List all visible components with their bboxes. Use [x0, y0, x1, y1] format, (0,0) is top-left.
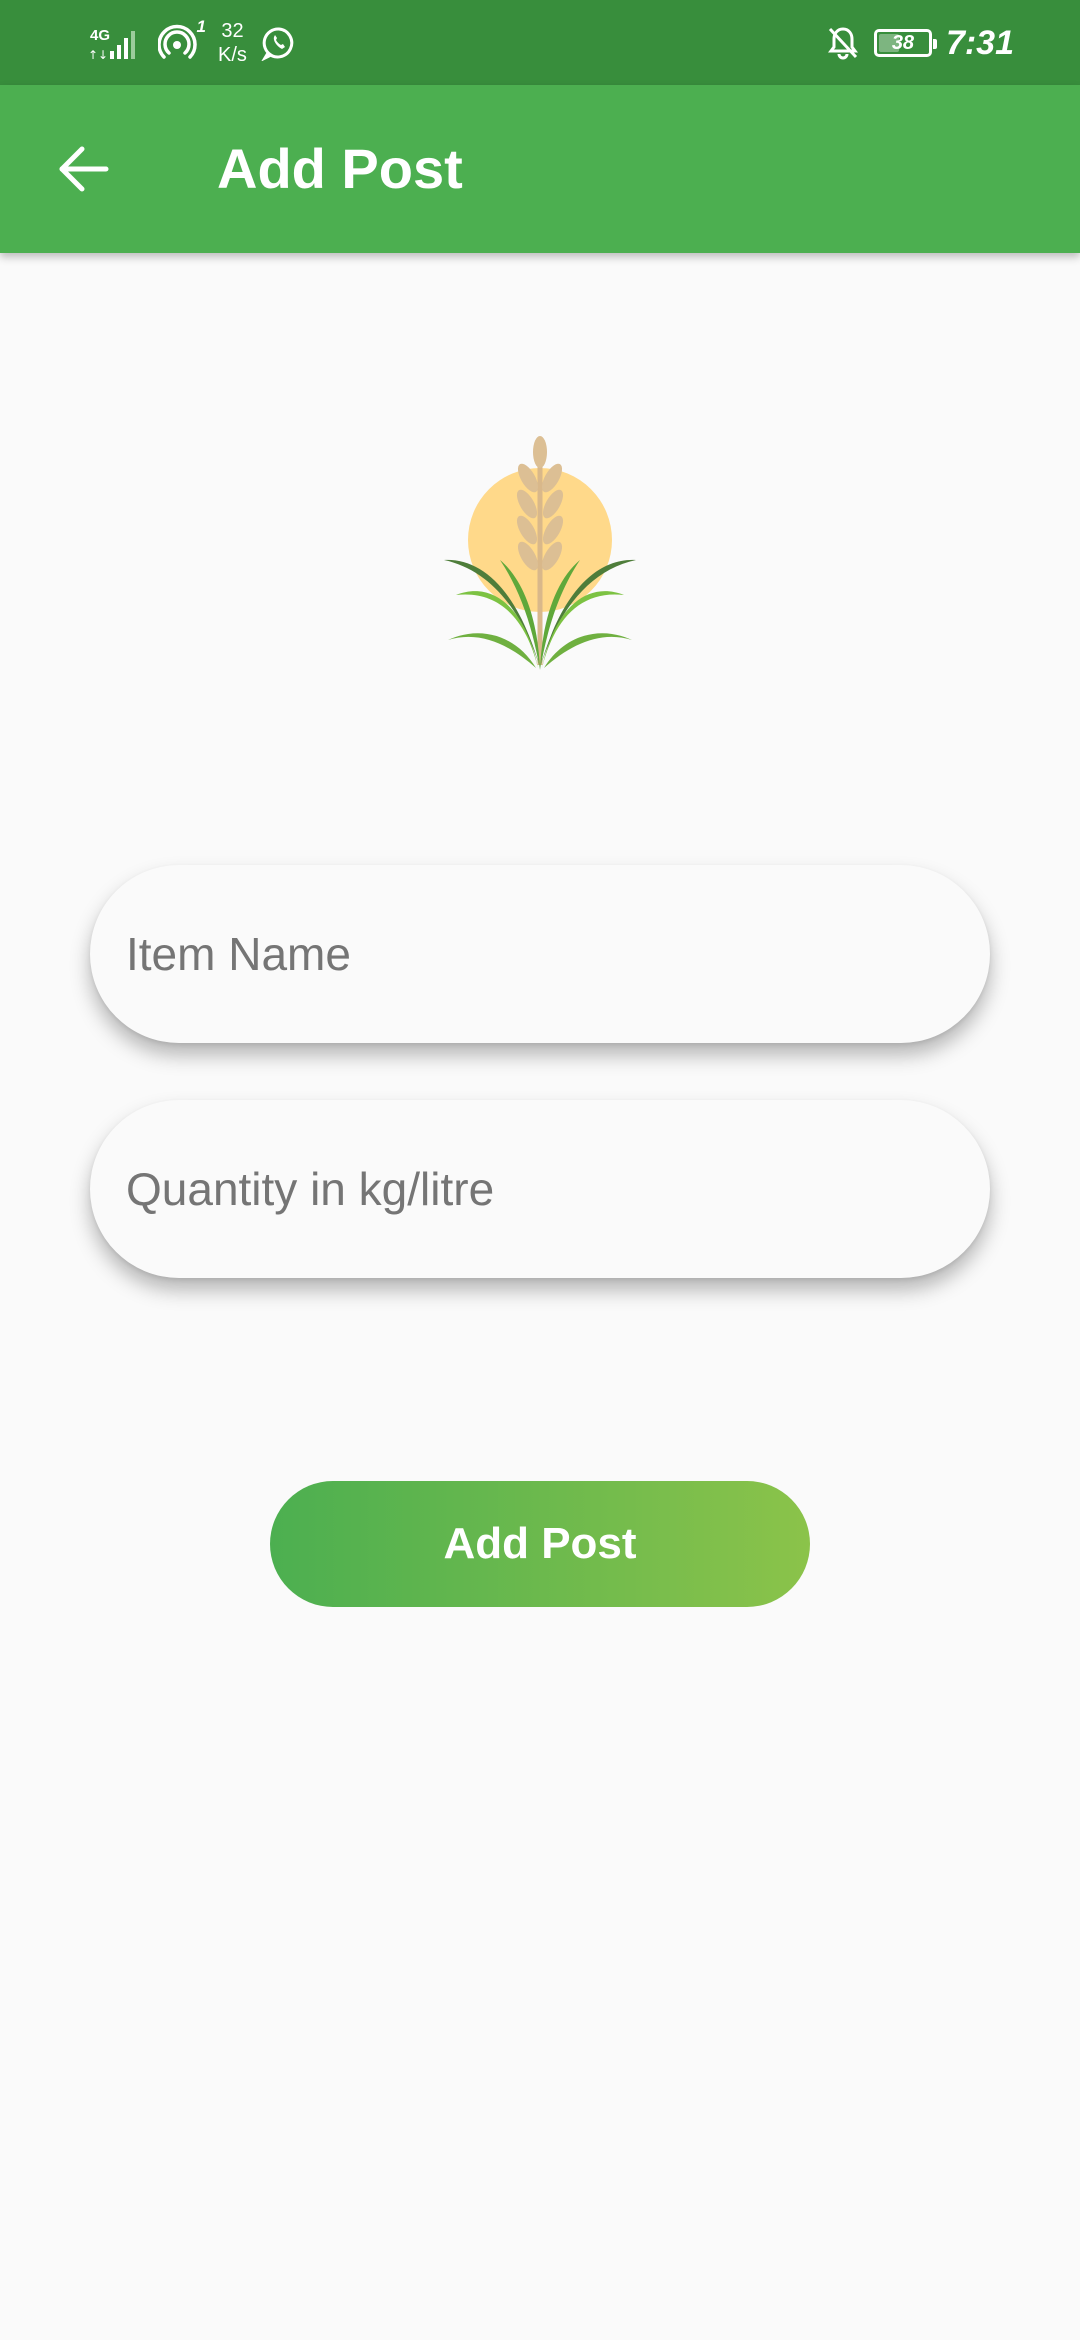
- status-bar: 4G ↑↓ 1 32 K/s 38 7:31: [0, 0, 1080, 85]
- notifications-off-icon: [826, 25, 860, 61]
- status-right: 38 7:31: [826, 18, 1014, 68]
- app-bar: Add Post: [0, 85, 1080, 253]
- arrow-back-icon: [59, 146, 109, 192]
- hotspot-count: 1: [196, 17, 206, 36]
- quantity-input[interactable]: [126, 1100, 954, 1278]
- status-time: 7:31: [945, 23, 1014, 62]
- item-name-field[interactable]: [90, 865, 990, 1043]
- svg-text:↑↓: ↑↓: [88, 48, 108, 62]
- battery-icon: 38: [873, 29, 937, 57]
- status-left: 4G ↑↓ 1 32 K/s: [88, 17, 297, 68]
- page-title: Add Post: [217, 137, 463, 200]
- add-post-button[interactable]: Add Post: [270, 1481, 810, 1607]
- whatsapp-icon: [260, 25, 297, 62]
- item-name-input[interactable]: [126, 865, 954, 1043]
- signal-icon: 4G ↑↓: [88, 23, 144, 63]
- battery-level: 38: [891, 31, 915, 54]
- network-speed: 32 K/s: [218, 19, 247, 67]
- speed-value: 32: [221, 20, 244, 42]
- back-button[interactable]: [48, 125, 120, 213]
- hotspot-icon: 1: [157, 17, 206, 63]
- wheat-plant-logo: [430, 430, 650, 680]
- quantity-field[interactable]: [90, 1100, 990, 1278]
- speed-unit: K/s: [218, 44, 247, 66]
